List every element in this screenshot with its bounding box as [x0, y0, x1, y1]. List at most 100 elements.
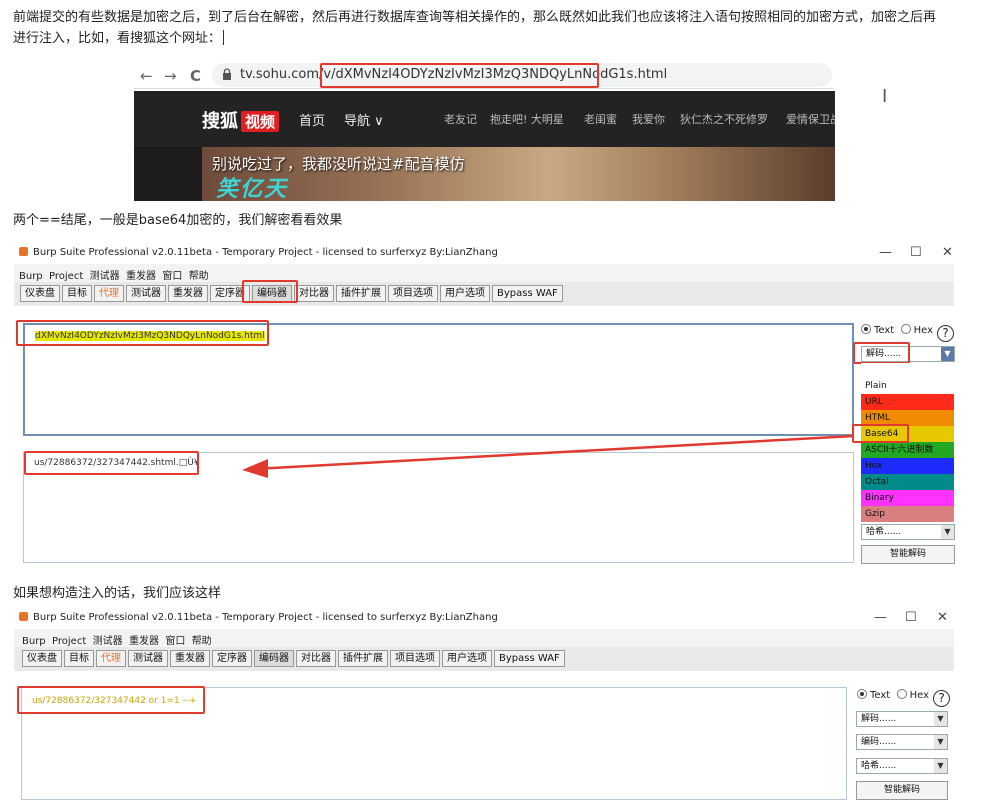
paragraph-line-2: 进行注入，比如，看搜狐这个网址： [13, 28, 973, 49]
chevron-down-icon: ▼ [934, 759, 947, 773]
tab-target[interactable]: 目标 [64, 650, 94, 667]
sohu-logo[interactable]: 搜狐 视频 [202, 107, 280, 133]
tab-comparer[interactable]: 对比器 [294, 285, 334, 302]
encode-as-select[interactable]: 编码...... ▼ [856, 734, 948, 750]
dropdown-item-url[interactable]: URL [861, 394, 954, 410]
hash-select-value: 哈希...... [861, 761, 897, 771]
tab-bypass-waf[interactable]: Bypass WAF [492, 285, 563, 302]
menu-intruder[interactable]: 测试器 [90, 271, 120, 282]
tab-proxy[interactable]: 代理 [94, 285, 124, 302]
tab-target[interactable]: 目标 [62, 285, 92, 302]
tab-user-options[interactable]: 用户选项 [442, 650, 492, 667]
menu-burp[interactable]: Burp [22, 636, 46, 647]
tab-bypass-waf[interactable]: Bypass WAF [494, 650, 565, 667]
dropdown-item-gzip[interactable]: Gzip [861, 506, 954, 522]
sohu-page-preview: 搜狐 视频 首页 导航 ∨ 老友记 抱走吧! 大明星 老闺蜜 我爱你 狄仁杰之不死… [134, 91, 835, 201]
chevron-down-icon: ▼ [934, 735, 947, 749]
menu-help[interactable]: 帮助 [192, 636, 212, 647]
window-title-text: Burp Suite Professional v2.0.11beta - Te… [33, 247, 498, 258]
sohu-link[interactable]: 狄仁杰之不死修罗 [680, 111, 768, 127]
tab-repeater[interactable]: 重发器 [170, 650, 210, 667]
sohu-link[interactable]: 老友记 [444, 111, 477, 127]
tab-user-options[interactable]: 用户选项 [440, 285, 490, 302]
sohu-link[interactable]: 爱情保卫战 [786, 111, 835, 127]
decode-select-highlight [853, 342, 910, 364]
minimize-icon[interactable]: — [879, 245, 892, 260]
smart-decode-button[interactable]: 智能解码 [861, 545, 955, 564]
sohu-navbar: 搜狐 视频 首页 导航 ∨ 老友记 抱走吧! 大明星 老闺蜜 我爱你 狄仁杰之不死… [134, 91, 835, 147]
tab-bar: 仪表盘 目标 代理 测试器 重发器 定序器 编码器 对比器 插件扩展 项目选项 … [22, 650, 565, 667]
hash-select[interactable]: 哈希...... ▼ [856, 758, 948, 774]
article-paragraph-3: 如果想构造注入的话，我们应该这样 [13, 586, 222, 601]
tab-dashboard[interactable]: 仪表盘 [22, 650, 62, 667]
help-icon[interactable]: ? [937, 325, 955, 342]
tab-intruder[interactable]: 测试器 [126, 285, 166, 302]
sohu-link[interactable]: 老闺蜜 [584, 111, 617, 127]
menu-bar-items: Burp Project 测试器 重发器 窗口 帮助 [22, 632, 212, 647]
decoder-tab-highlight [242, 280, 298, 303]
maximize-icon[interactable]: ☐ [905, 610, 917, 625]
close-icon[interactable]: ✕ [937, 610, 948, 625]
dropdown-item-plain[interactable]: Plain [861, 378, 954, 394]
sohu-link[interactable]: 抱走吧! 大明星 [490, 111, 564, 127]
tab-extender[interactable]: 插件扩展 [336, 285, 386, 302]
window-title-text: Burp Suite Professional v2.0.11beta - Te… [33, 612, 498, 623]
sohu-link[interactable]: 我爱你 [632, 111, 665, 127]
radio-hex[interactable] [900, 324, 911, 334]
burp-window-decode: Burp Suite Professional v2.0.11beta - Te… [14, 240, 960, 570]
menu-repeater[interactable]: 重发器 [129, 636, 159, 647]
text-cursor-icon: I [882, 86, 888, 107]
sohu-menu-home[interactable]: 首页 [299, 110, 325, 129]
smart-decode-button[interactable]: 智能解码 [856, 781, 948, 800]
chevron-down-icon: ▼ [934, 712, 947, 726]
article-paragraph-2: 两个==结尾，一般是base64加密的，我们解密看看效果 [13, 213, 343, 228]
tab-sequencer[interactable]: 定序器 [212, 650, 252, 667]
forward-arrow-icon[interactable]: → [164, 67, 177, 85]
menu-help[interactable]: 帮助 [189, 271, 209, 282]
base64-highlight-box [852, 424, 909, 443]
dropdown-item-hex[interactable]: Hex [861, 458, 954, 474]
dropdown-spacer [861, 363, 955, 379]
sohu-banner[interactable]: 别说吃过了，我都没听说过#配音模仿 笑亿天 [202, 147, 835, 201]
text-caret [223, 30, 225, 45]
tab-proxy[interactable]: 代理 [96, 650, 126, 667]
close-icon[interactable]: ✕ [942, 245, 953, 260]
mode-radio-group: Text Hex? [861, 324, 955, 342]
menu-repeater[interactable]: 重发器 [126, 271, 156, 282]
menu-window[interactable]: 窗口 [162, 271, 182, 282]
dropdown-item-binary[interactable]: Binary [861, 490, 954, 506]
url-suffix: .html [633, 67, 668, 82]
back-arrow-icon[interactable]: ← [140, 67, 153, 85]
radio-text[interactable] [861, 324, 871, 334]
menu-burp[interactable]: Burp [19, 271, 43, 282]
maximize-icon[interactable]: ☐ [910, 245, 922, 260]
tab-project-options[interactable]: 项目选项 [390, 650, 440, 667]
tab-comparer[interactable]: 对比器 [296, 650, 336, 667]
dropdown-item-ascii-hex[interactable]: ASCII十六进制数 [861, 442, 954, 458]
radio-text[interactable] [857, 689, 867, 699]
tab-extender[interactable]: 插件扩展 [338, 650, 388, 667]
tab-decoder[interactable]: 编码器 [254, 650, 294, 667]
tab-intruder[interactable]: 测试器 [128, 650, 168, 667]
radio-text-label: Text [870, 690, 891, 701]
help-icon[interactable]: ? [933, 690, 951, 707]
reload-icon[interactable]: C [190, 67, 201, 85]
tab-repeater[interactable]: 重发器 [168, 285, 208, 302]
decode-dropdown-list: Plain URL HTML Base64 ASCII十六进制数 Hex Oct… [861, 378, 954, 522]
menu-project[interactable]: Project [52, 636, 86, 647]
tab-project-options[interactable]: 项目选项 [388, 285, 438, 302]
menu-intruder[interactable]: 测试器 [93, 636, 123, 647]
decode-as-select[interactable]: 解码...... ▼ [856, 711, 948, 727]
radio-hex[interactable] [896, 689, 907, 699]
menu-project[interactable]: Project [49, 271, 83, 282]
output-highlight-box [24, 451, 199, 475]
menu-window[interactable]: 窗口 [165, 636, 185, 647]
dropdown-item-octal[interactable]: Octal [861, 474, 954, 490]
minimize-icon[interactable]: — [874, 610, 887, 625]
window-title: Burp Suite Professional v2.0.11beta - Te… [19, 247, 498, 258]
sohu-menu-nav[interactable]: 导航 ∨ [344, 110, 384, 129]
hash-select[interactable]: 哈希...... ▼ [861, 524, 955, 540]
sohu-logo-text: 搜狐 [202, 111, 238, 132]
tab-dashboard[interactable]: 仪表盘 [20, 285, 60, 302]
sohu-video-badge: 视频 [241, 111, 280, 132]
